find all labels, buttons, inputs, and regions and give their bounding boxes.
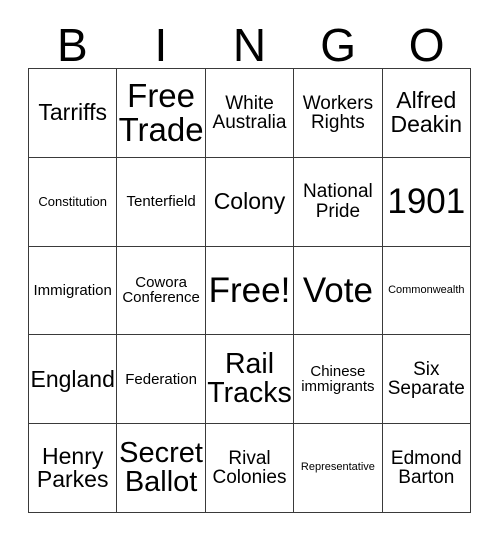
bingo-cell-label: Cowora Conference <box>122 274 200 307</box>
bingo-header-letter-n: N <box>232 19 267 71</box>
bingo-cell-label: Representative <box>300 461 375 474</box>
bingo-cell-label: Tarriffs <box>38 99 107 126</box>
bingo-cell-n4[interactable]: Rail Tracks <box>205 335 295 425</box>
bingo-cell-label: Secret Ballot <box>119 436 203 499</box>
bingo-cell-g1[interactable]: Workers Rights <box>294 69 383 158</box>
bingo-cell-i4[interactable]: Federation <box>117 335 206 425</box>
bingo-cell-g2[interactable]: National Pride <box>294 157 383 247</box>
bingo-cell-label: Commonwealth <box>388 283 465 296</box>
bingo-header-letter-o: O <box>408 19 445 71</box>
bingo-cell-n2[interactable]: Colony <box>205 157 295 247</box>
bingo-cell-label: Edmond Barton <box>390 447 462 489</box>
bingo-cell-label: England <box>30 365 115 392</box>
bingo-cell-label: Free Trade <box>118 77 204 148</box>
bingo-header-row: B I N G O <box>28 16 471 68</box>
bingo-cell-n5[interactable]: Rival Colonies <box>205 424 295 513</box>
bingo-cell-i2[interactable]: Tenterfield <box>117 157 206 247</box>
bingo-cell-free-space[interactable]: Free! <box>205 246 295 336</box>
bingo-cell-label: Henry Parkes <box>36 442 109 493</box>
bingo-cell-b3[interactable]: Immigration <box>29 246 118 336</box>
bingo-cell-b5[interactable]: Henry Parkes <box>29 424 118 513</box>
bingo-grid: Tarriffs Free Trade White Australia Work… <box>28 68 471 513</box>
bingo-cell-n1[interactable]: White Australia <box>205 69 295 158</box>
bingo-cell-label: Rival Colonies <box>212 447 287 489</box>
bingo-cell-label: White Australia <box>212 92 287 133</box>
bingo-cell-b2[interactable]: Constitution <box>29 157 118 247</box>
bingo-cell-o5[interactable]: Edmond Barton <box>382 424 471 513</box>
bingo-cell-label: 1901 <box>387 181 466 221</box>
bingo-cell-label: Tenterfield <box>126 193 196 211</box>
bingo-cell-o3[interactable]: Commonwealth <box>382 246 471 336</box>
bingo-cell-label: Chinese immigrants <box>301 362 375 396</box>
bingo-cell-label: Colony <box>213 187 286 214</box>
bingo-cell-label: Vote <box>302 270 373 310</box>
bingo-cell-o2[interactable]: 1901 <box>382 157 471 247</box>
bingo-cell-i3[interactable]: Cowora Conference <box>117 246 206 336</box>
bingo-card: B I N G O Tarriffs Free Trade White Aust… <box>0 0 500 544</box>
bingo-cell-b4[interactable]: England <box>29 335 118 425</box>
bingo-cell-i5[interactable]: Secret Ballot <box>117 424 206 513</box>
bingo-cell-g3[interactable]: Vote <box>294 246 383 336</box>
bingo-cell-g4[interactable]: Chinese immigrants <box>294 335 383 425</box>
bingo-header-letter-b: B <box>56 19 88 71</box>
bingo-cell-o4[interactable]: Six Separate <box>382 335 471 425</box>
bingo-cell-label: Constitution <box>38 194 108 210</box>
bingo-cell-b1[interactable]: Tarriffs <box>29 69 118 158</box>
bingo-cell-label: Rail Tracks <box>207 348 292 410</box>
bingo-cell-label: Workers Rights <box>302 92 374 133</box>
bingo-cell-label: Federation <box>125 370 197 388</box>
bingo-free-space-label: Free! <box>208 270 291 310</box>
bingo-cell-label: National Pride <box>303 181 373 222</box>
bingo-cell-g5[interactable]: Representative <box>294 424 383 513</box>
bingo-cell-o1[interactable]: Alfred Deakin <box>382 69 471 158</box>
bingo-header-letter-g: G <box>320 19 356 71</box>
bingo-cell-label: Immigration <box>33 281 112 299</box>
bingo-cell-label: Alfred Deakin <box>390 87 463 137</box>
bingo-cell-i1[interactable]: Free Trade <box>117 69 206 158</box>
bingo-header-letter-i: I <box>154 19 168 71</box>
bingo-cell-label: Six Separate <box>387 358 465 400</box>
